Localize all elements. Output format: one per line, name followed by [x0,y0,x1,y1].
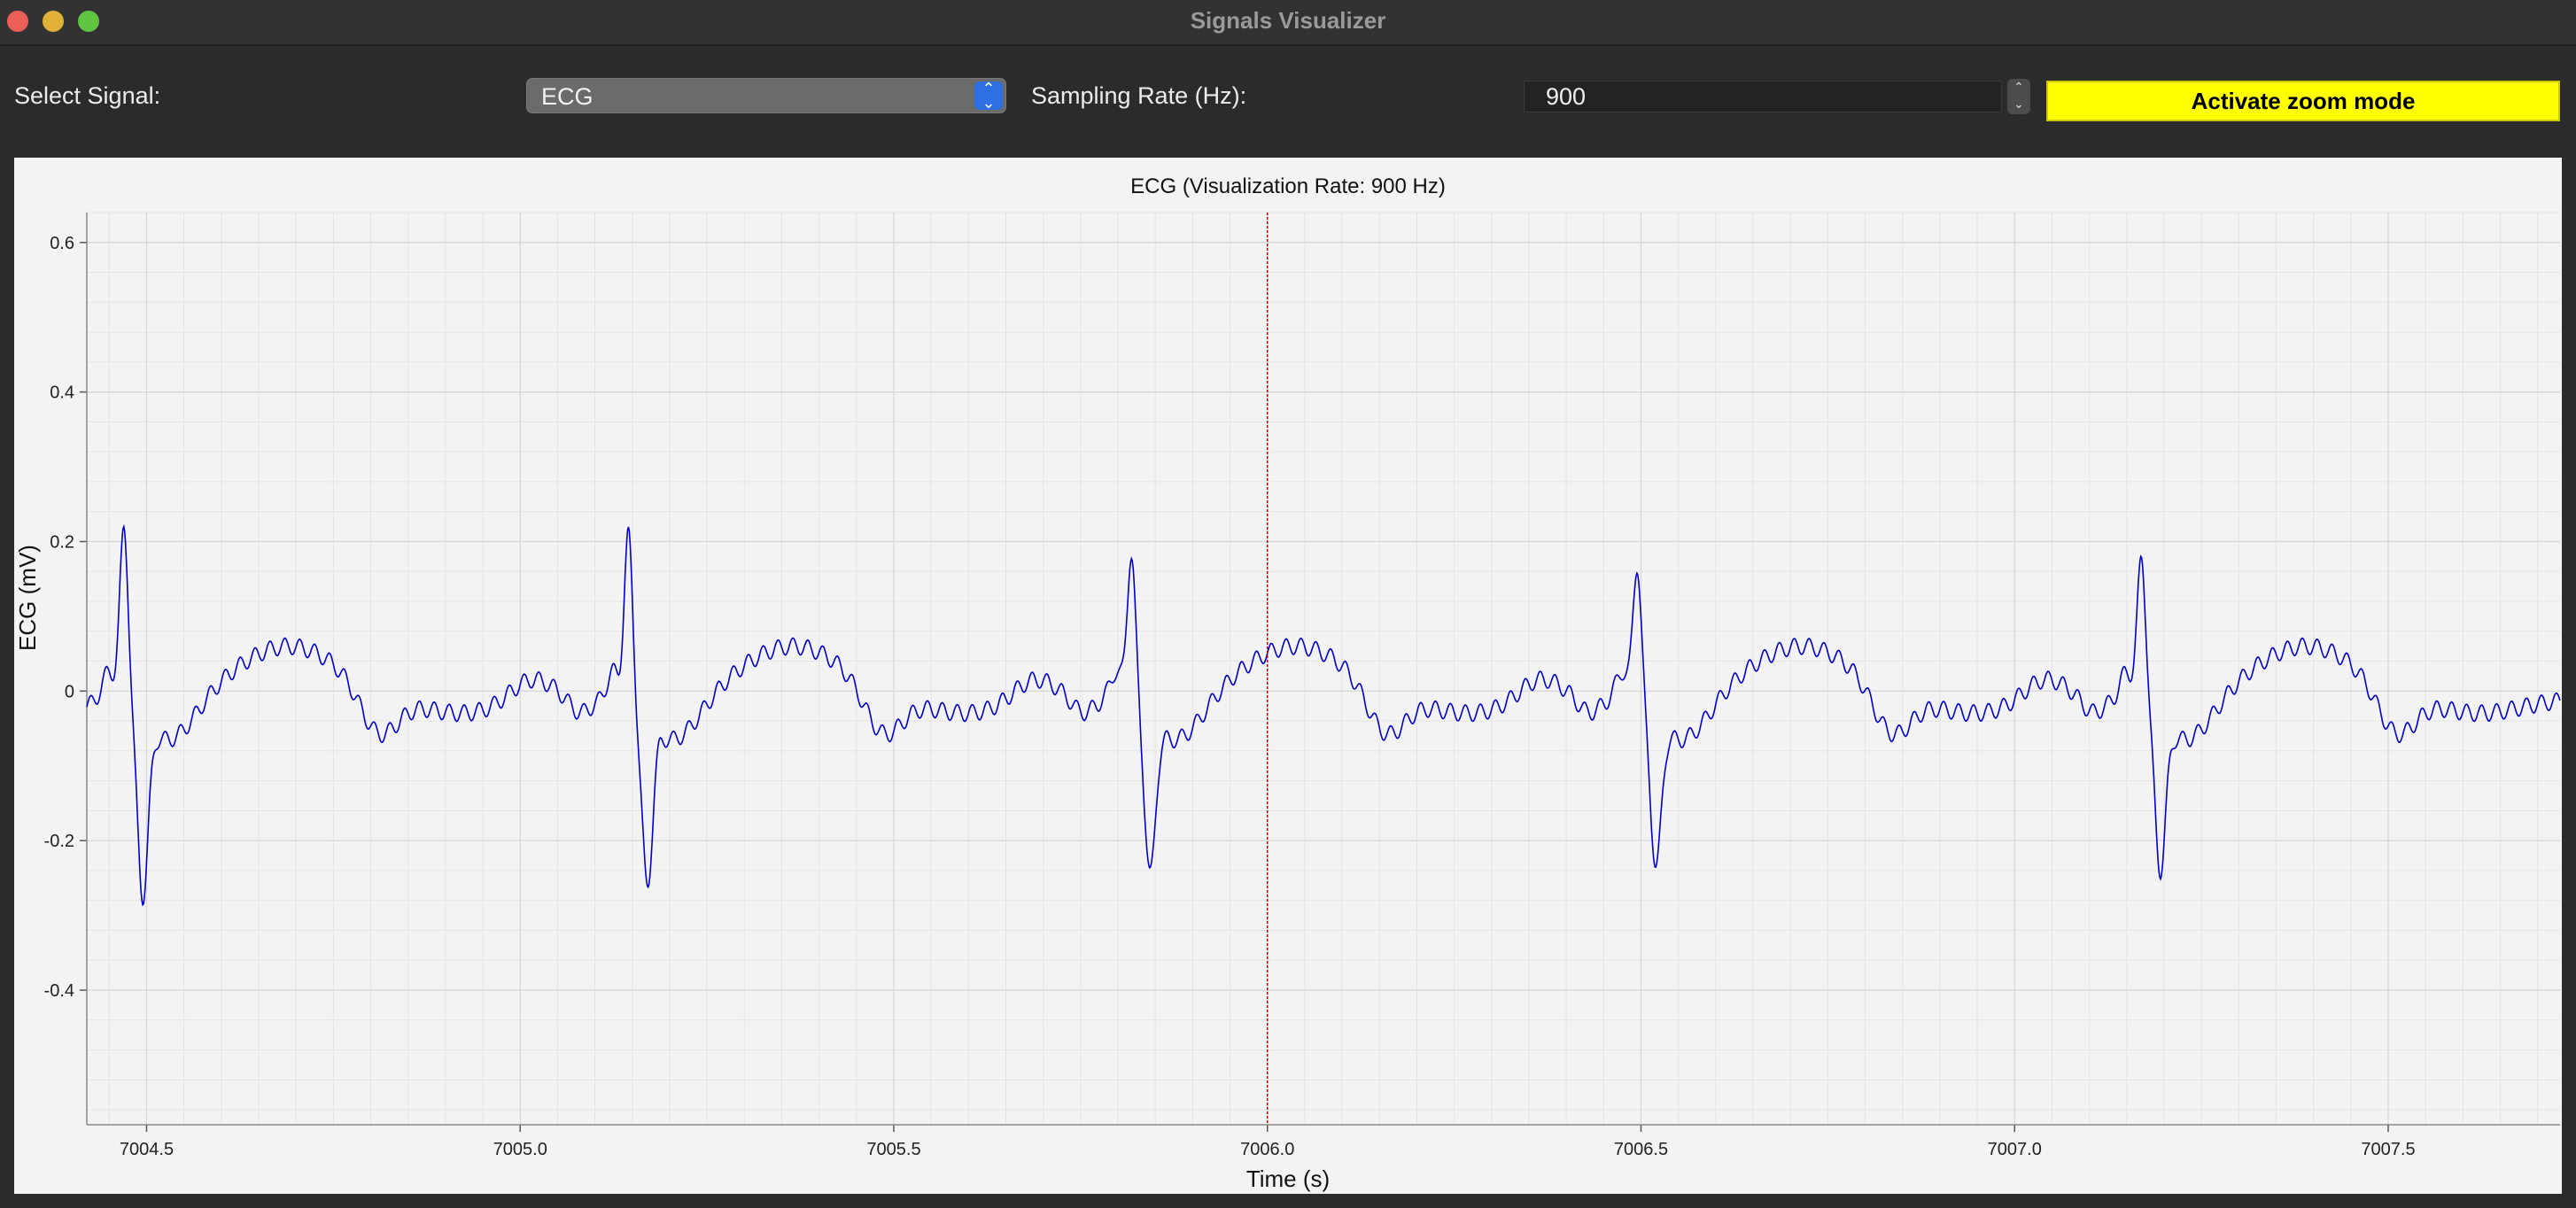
x-tick-label: 7005.5 [866,1140,920,1159]
y-axis-label: ECG (mV) [14,545,41,651]
chevron-down-icon[interactable]: ⌄ [2013,97,2024,111]
window-bottom-edge [0,1194,2576,1208]
x-axis-label: Time (s) [1246,1165,1330,1192]
chevron-up-down-icon: ⌃ ⌄ [974,81,1003,111]
y-tick-label: -0.2 [44,832,74,851]
y-tick-label: 0.4 [50,383,74,403]
sampling-rate-label: Sampling Rate (Hz): [1031,82,1247,109]
x-tick-label: 7007.5 [2361,1140,2415,1159]
activate-zoom-button[interactable]: Activate zoom mode [2046,81,2560,121]
plot-background [87,213,2560,1125]
chart-title: ECG (Visualization Rate: 900 Hz) [1130,174,1446,198]
chevron-up-icon[interactable]: ⌃ [2013,80,2024,94]
x-tick-label: 7006.0 [1240,1140,1294,1159]
signal-select[interactable]: ECG ⌃ ⌄ [526,78,1006,113]
y-tick-label: 0 [65,682,74,701]
x-tick-label: 7006.5 [1614,1140,1668,1159]
x-tick-label: 7007.0 [1988,1140,2042,1159]
window-title: Signals Visualizer [1190,7,1386,34]
sampling-rate-input[interactable]: 900 [1524,81,2002,112]
plot-area[interactable]: 7004.5 7005.0 7005.5 7006.0 7006.5 7007.0 7007… [14,158,2562,1194]
x-tick-label: 7004.5 [120,1140,174,1159]
y-tick-label: -0.4 [44,981,74,1001]
sampling-rate-value: 900 [1546,83,1587,110]
y-tick-label: 0.6 [50,234,74,253]
ecg-chart[interactable]: 7004.5 7005.0 7005.5 7006.0 7006.5 7007.0 7007… [14,158,2562,1194]
control-bar: Select Signal: ECG ⌃ ⌄ Sampling Rate (Hz)… [0,46,2576,158]
signal-select-value: ECG [541,83,594,110]
x-tick-label: 7005.0 [493,1140,547,1159]
y-tick-label: 0.2 [50,532,74,552]
title-bar: Signals Visualizer [0,0,2576,46]
sampling-rate-stepper[interactable]: ⌃ ⌄ [2007,79,2030,114]
select-signal-label: Select Signal: [14,82,161,109]
